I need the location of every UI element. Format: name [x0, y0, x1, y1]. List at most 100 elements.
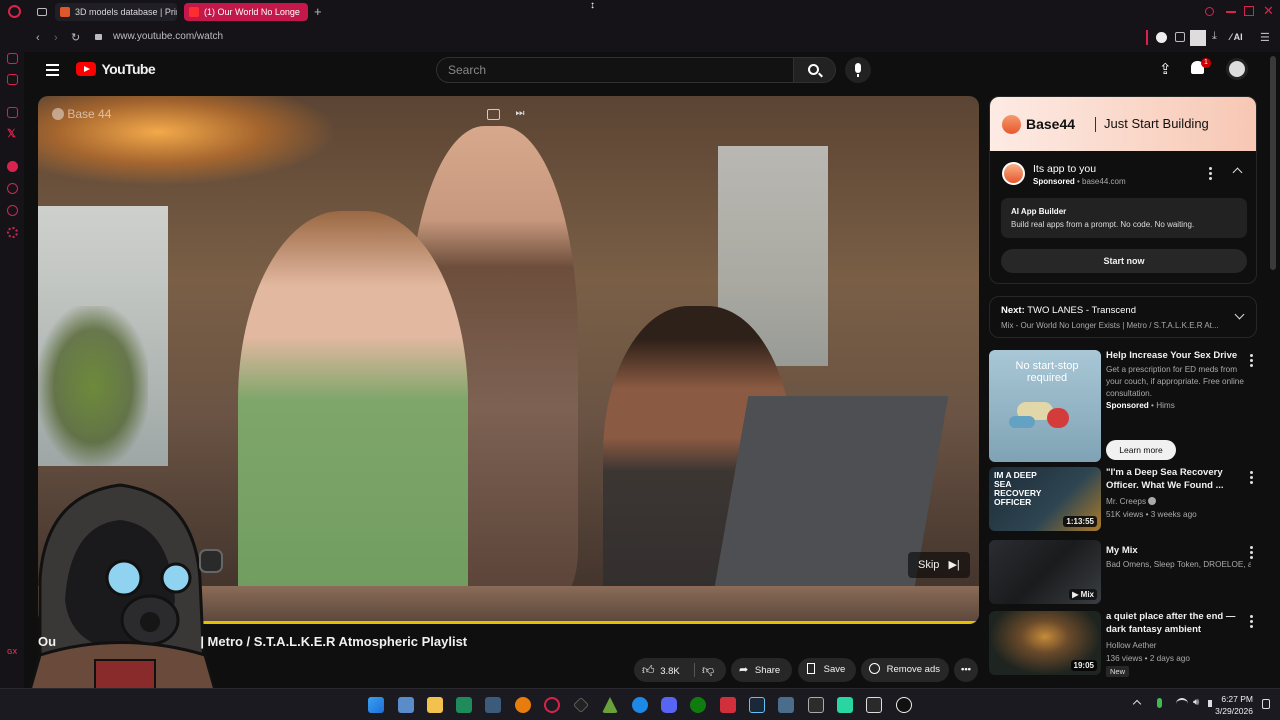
- easy-setup-icon[interactable]: ☰: [1260, 31, 1270, 44]
- tray-chevron-icon[interactable]: [1132, 699, 1142, 709]
- rec-title[interactable]: My Mix: [1106, 545, 1244, 558]
- opera-logo-icon[interactable]: [8, 5, 21, 18]
- new-tab-button[interactable]: +: [314, 4, 322, 19]
- opera-gx-taskbar-icon[interactable]: [544, 697, 560, 713]
- browser-tab-bar: 3D models database | Prin (1) Our World …: [0, 0, 1280, 24]
- settings-icon[interactable]: [7, 227, 18, 238]
- recommended-video[interactable]: 19:05 a quiet place after the end — dark…: [989, 611, 1257, 677]
- start-button[interactable]: [368, 697, 384, 713]
- video-thumbnail[interactable]: 19:05: [989, 611, 1101, 675]
- url-field[interactable]: www.youtube.com/watch: [113, 31, 223, 42]
- rec-title[interactable]: Help Increase Your Sex Drive: [1106, 350, 1244, 363]
- search-button[interactable]: [794, 57, 836, 83]
- learn-more-button[interactable]: Learn more: [1106, 440, 1176, 460]
- puzzle-icon[interactable]: [1175, 32, 1185, 42]
- ad-menu-icon[interactable]: [1209, 167, 1212, 180]
- remove-ads-button[interactable]: Remove ads: [861, 658, 949, 682]
- ad-banner[interactable]: Base44 Just Start Building: [990, 97, 1256, 151]
- start-now-button[interactable]: Start now: [1001, 249, 1247, 273]
- profile-thumb-icon[interactable]: [1190, 30, 1206, 46]
- like-button[interactable]: 👍︎ 3.8K: [642, 658, 680, 684]
- hamburger-menu-icon[interactable]: [46, 64, 59, 76]
- youtube-logo[interactable]: YouTube: [76, 62, 156, 78]
- app-icon[interactable]: [778, 697, 794, 713]
- mix-thumbnail[interactable]: ▶ Mix: [989, 540, 1101, 604]
- search-tabs-icon[interactable]: [1205, 7, 1214, 16]
- battery-icon[interactable]: [1208, 700, 1212, 707]
- recommended-video[interactable]: IM A DEEP SEA RECOVERY OFFICER 1:13:55 "…: [989, 467, 1257, 531]
- blender-icon[interactable]: [515, 697, 531, 713]
- history-icon[interactable]: [7, 183, 18, 194]
- verified-icon: [1148, 497, 1157, 505]
- reload-icon[interactable]: ↻: [71, 31, 80, 45]
- forward-icon[interactable]: ›: [54, 31, 58, 45]
- widgets-icon[interactable]: [398, 697, 414, 713]
- discord-icon[interactable]: [661, 697, 677, 713]
- more-vert-icon[interactable]: [1250, 546, 1253, 561]
- close-window-button[interactable]: ✕: [1263, 3, 1274, 19]
- miniplayer-icon[interactable]: [487, 109, 500, 120]
- music-icon[interactable]: [7, 161, 18, 172]
- messenger-icon[interactable]: [7, 53, 18, 64]
- tab-3d-models[interactable]: 3D models database | Prin: [55, 3, 177, 21]
- unreal-engine-icon[interactable]: [896, 697, 912, 713]
- amd-icon[interactable]: [720, 697, 736, 713]
- microphone-tray-icon[interactable]: [1157, 698, 1162, 708]
- collapse-chevron-icon[interactable]: [1232, 167, 1243, 178]
- sponsored-recommendation[interactable]: No start-stop required Help Increase You…: [989, 350, 1257, 462]
- pinboard-icon[interactable]: [7, 205, 18, 216]
- instagram-icon[interactable]: [7, 74, 18, 85]
- ad-companion-card[interactable]: Base44 Just Start Building Its app to yo…: [989, 96, 1257, 284]
- xbox-icon[interactable]: [690, 697, 706, 713]
- voice-search-button[interactable]: [845, 57, 871, 83]
- more-vert-icon[interactable]: [1250, 354, 1253, 369]
- maximize-button[interactable]: [1244, 6, 1254, 16]
- app-icon[interactable]: [573, 697, 589, 713]
- notification-center-icon[interactable]: [1262, 699, 1270, 709]
- epic-games-icon[interactable]: [866, 697, 882, 713]
- app-icon[interactable]: [808, 697, 824, 713]
- x-twitter-icon[interactable]: 𝕏: [7, 127, 16, 140]
- share-button[interactable]: ➦ Share: [731, 658, 792, 682]
- more-vert-icon[interactable]: [1250, 615, 1253, 630]
- chat-icon[interactable]: [7, 107, 18, 118]
- volume-icon[interactable]: 🔊︎: [1193, 697, 1199, 708]
- app-icon[interactable]: [837, 697, 853, 713]
- save-button[interactable]: Save: [798, 658, 856, 682]
- expand-chevron-icon[interactable]: [1234, 309, 1245, 320]
- ad-thumbnail[interactable]: No start-stop required: [989, 350, 1101, 462]
- dislike-button[interactable]: 👎︎: [702, 658, 714, 682]
- file-explorer-icon[interactable]: [427, 697, 443, 713]
- next-up-panel[interactable]: Next: TWO LANES - Transcend Mix - Our Wo…: [989, 296, 1257, 338]
- search-input[interactable]: Search: [436, 57, 794, 83]
- next-up-title: Next: TWO LANES - Transcend: [1001, 305, 1136, 316]
- rec-title[interactable]: "I'm a Deep Sea Recovery Officer. What W…: [1106, 467, 1244, 492]
- more-vert-icon[interactable]: [1250, 471, 1253, 486]
- taskbar-clock[interactable]: 6:27 PM 3/29/2026: [1213, 693, 1253, 717]
- tab-youtube-active[interactable]: (1) Our World No Longe: [184, 3, 308, 21]
- monitor-app-icon[interactable]: [485, 697, 501, 713]
- steam-icon[interactable]: [749, 697, 765, 713]
- rec-title[interactable]: a quiet place after the end — dark fanta…: [1106, 611, 1244, 636]
- tab-overview-icon[interactable]: [37, 8, 47, 16]
- extension-icon[interactable]: [1156, 32, 1167, 43]
- minimize-button[interactable]: [1226, 11, 1236, 13]
- app-icon[interactable]: [602, 697, 618, 713]
- title-rest: | Metro / S.T.A.L.K.E.R Atmospheric Play…: [200, 634, 468, 649]
- video-title: Ou | Metro / S.T.A.L.K.E.R Atmospheric P…: [38, 634, 638, 649]
- recommended-mix[interactable]: ▶ Mix My Mix Bad Omens, Sleep Token, DRO…: [989, 540, 1257, 604]
- app-icon[interactable]: [632, 697, 648, 713]
- aria-ai-button[interactable]: ⁄ AI: [1230, 32, 1243, 42]
- more-actions-button[interactable]: •••: [954, 658, 978, 682]
- skip-next-icon[interactable]: ⏭: [512, 106, 528, 122]
- channel-name[interactable]: Mr. Creeps: [1106, 497, 1146, 506]
- account-avatar[interactable]: [1226, 58, 1248, 80]
- video-thumbnail[interactable]: IM A DEEP SEA RECOVERY OFFICER 1:13:55: [989, 467, 1101, 531]
- spreadsheet-app-icon[interactable]: [456, 697, 472, 713]
- page-scrollbar[interactable]: [1270, 56, 1276, 270]
- create-upload-icon[interactable]: ⇪: [1159, 60, 1172, 78]
- wifi-icon[interactable]: [1176, 698, 1188, 710]
- download-icon[interactable]: ⤓: [1212, 30, 1217, 43]
- back-icon[interactable]: ‹: [36, 31, 40, 45]
- skip-ad-button[interactable]: Skip ▶|: [908, 552, 970, 578]
